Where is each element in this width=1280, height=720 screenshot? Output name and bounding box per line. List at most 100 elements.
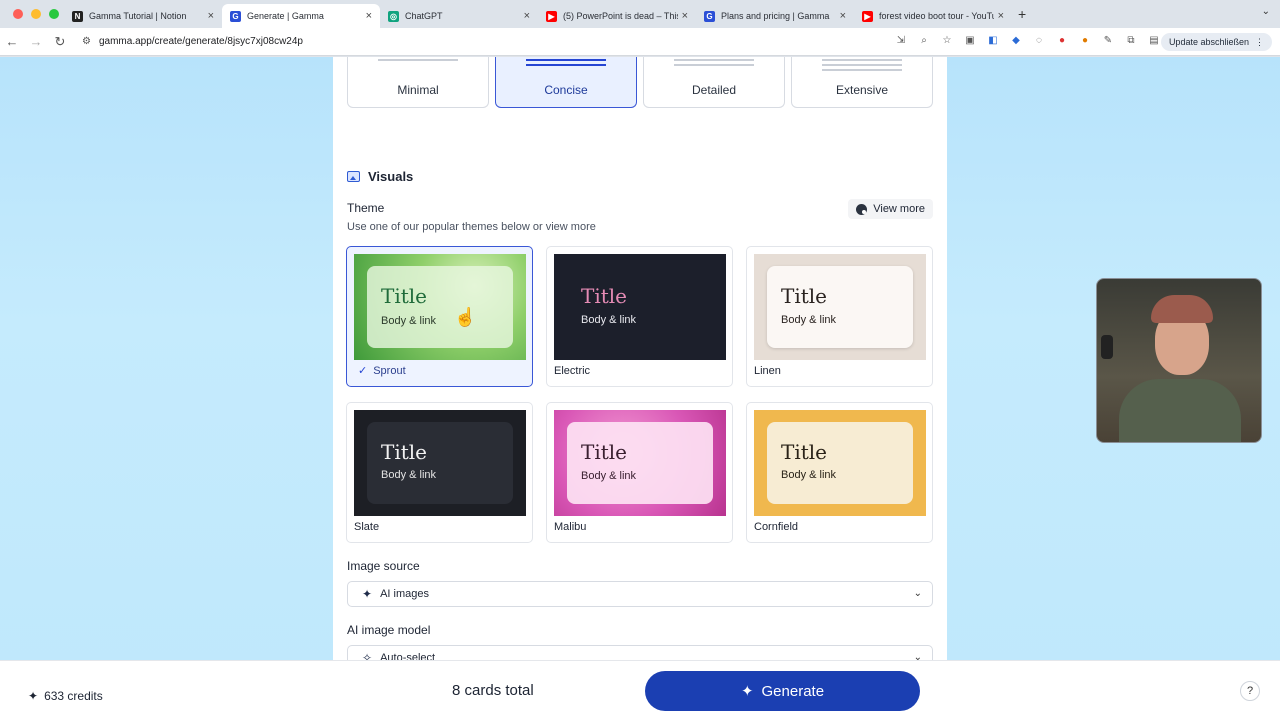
density-option-label: Detailed [691, 83, 737, 97]
view-more-label: View more [873, 203, 925, 215]
browser-tab[interactable]: ▶ (5) PowerPoint is dead – This × [538, 4, 696, 28]
browser-tab-bar: N Gamma Tutorial | Notion × G Generate |… [0, 0, 1280, 28]
chevron-down-icon: ⌄ [913, 588, 922, 599]
theme-preview-body: Body & link [381, 315, 437, 327]
reload-icon[interactable]: ↻ [48, 34, 72, 50]
microphone-icon [1101, 335, 1113, 359]
forward-icon[interactable]: → [24, 34, 48, 49]
notion-icon: N [72, 10, 83, 22]
cards-total: 8 cards total [452, 682, 534, 699]
sparkle-icon: ✦ [740, 683, 754, 700]
generate-settings-panel: Minimal Concise Detailed Extensive Visua… [333, 57, 947, 720]
url-field[interactable]: ⚙ gamma.app/create/generate/8jsyc7xj08cw… [82, 36, 303, 47]
screen-capture-icon[interactable]: ▣ [963, 34, 977, 48]
update-button[interactable]: Update abschließen ⋮ [1160, 33, 1272, 51]
theme-preview: Title Body & link [554, 254, 726, 360]
theme-preview-title: Title [781, 440, 828, 464]
theme-preview-body: Body & link [581, 470, 637, 482]
image-icon [347, 171, 360, 182]
adblock-icon[interactable]: ● [1055, 34, 1069, 48]
theme-preview: Title Body & link [354, 410, 526, 516]
close-tab-icon[interactable]: × [366, 10, 372, 22]
theme-card-slate[interactable]: Title Body & link Slate [346, 402, 533, 543]
chatgpt-icon: ◎ [388, 10, 399, 22]
theme-card-electric[interactable]: Title Body & link Electric [546, 246, 733, 387]
install-app-icon[interactable]: ⇲ [894, 34, 908, 48]
theme-hint: Use one of our popular themes below or v… [347, 221, 596, 233]
update-label: Update abschließen [1168, 37, 1249, 47]
density-option-label: Concise [544, 83, 588, 97]
theme-card-sprout[interactable]: Title Body & link ✓ Sprout [346, 246, 533, 387]
tab-list-chevron-icon[interactable]: ⌄ [1262, 6, 1270, 17]
tag-extension-icon[interactable]: ◆ [1009, 34, 1023, 48]
close-tab-icon[interactable]: × [524, 10, 530, 22]
density-option-label: Minimal [397, 83, 439, 97]
browser-tab[interactable]: G Plans and pricing | Gamma × [696, 4, 854, 28]
theme-preview: Title Body & link [554, 410, 726, 516]
theme-preview-title: Title [581, 284, 628, 308]
back-icon[interactable]: ← [0, 34, 24, 49]
tab-title: Plans and pricing | Gamma [721, 11, 830, 21]
density-option-label: Extensive [835, 83, 889, 97]
puzzle-extensions-icon[interactable]: ⧉ [1124, 34, 1138, 48]
help-button[interactable]: ? [1240, 681, 1260, 701]
extension-icon[interactable]: ◌ [1032, 34, 1046, 48]
browser-tab[interactable]: ▶ forest video boot tour - YouTu × [854, 4, 1012, 28]
sparkle-icon: ✦ [362, 587, 373, 601]
generate-label: Generate [761, 682, 825, 700]
webcam-overlay [1096, 278, 1262, 443]
site-info-icon[interactable]: ⚙ [82, 36, 91, 47]
close-tab-icon[interactable]: × [208, 10, 214, 22]
tab-title: ChatGPT [405, 11, 443, 21]
pen-extension-icon[interactable]: ✎ [1101, 34, 1115, 48]
density-option-extensive[interactable]: Extensive [791, 57, 933, 108]
minimize-window-button[interactable] [31, 9, 41, 19]
theme-preview: Title Body & link [754, 410, 926, 516]
browser-tab-active[interactable]: G Generate | Gamma × [222, 4, 380, 28]
close-tab-icon[interactable]: × [840, 10, 846, 22]
generate-button[interactable]: ✦ Generate [645, 671, 920, 711]
browser-tab[interactable]: ◎ ChatGPT × [380, 4, 538, 28]
image-source-select[interactable]: ✦ AI images ⌄ [347, 581, 933, 607]
close-tab-icon[interactable]: × [682, 10, 688, 22]
theme-preview: Title Body & link [754, 254, 926, 360]
browser-tab[interactable]: N Gamma Tutorial | Notion × [64, 4, 222, 28]
bookmark-star-icon[interactable]: ☆ [940, 34, 954, 48]
tab-title: forest video boot tour - YouTu [879, 11, 994, 21]
image-source-label: Image source [347, 559, 420, 573]
palette-icon [856, 203, 868, 215]
honey-extension-icon[interactable]: ● [1078, 34, 1092, 48]
extension-icons: ⇲ ⌕ ☆ ▣ ◧ ◆ ◌ ● ● ✎ ⧉ ▤ [894, 34, 1184, 48]
check-icon: ✓ [358, 365, 368, 377]
close-tab-icon[interactable]: × [998, 10, 1004, 22]
kebab-menu-icon[interactable]: ⋮ [1255, 37, 1264, 48]
theme-card-linen[interactable]: Title Body & link Linen [746, 246, 933, 387]
close-window-button[interactable] [13, 9, 23, 19]
density-option-minimal[interactable]: Minimal [347, 57, 489, 108]
credits-display[interactable]: ✦ 633 credits [28, 689, 103, 703]
new-tab-icon[interactable]: + [1018, 6, 1026, 22]
zoom-icon[interactable]: ⌕ [917, 34, 931, 48]
bottom-bar: ✦ 633 credits 8 cards total ✦ Generate ? [0, 660, 1280, 720]
maximize-window-button[interactable] [49, 9, 59, 19]
image-model-label: AI image model [347, 623, 431, 637]
density-option-concise[interactable]: Concise [495, 57, 637, 108]
view-more-button[interactable]: View more [848, 199, 933, 219]
translate-icon[interactable]: ◧ [986, 34, 1000, 48]
theme-preview-body: Body & link [781, 469, 837, 481]
youtube-icon: ▶ [546, 10, 557, 22]
sparkle-icon: ✦ [28, 689, 39, 703]
theme-preview-title: Title [381, 440, 428, 464]
sidebar-icon[interactable]: ▤ [1147, 34, 1161, 48]
theme-preview-body: Body & link [381, 469, 437, 481]
density-option-detailed[interactable]: Detailed [643, 57, 785, 108]
theme-card-malibu[interactable]: Title Body & link Malibu [546, 402, 733, 543]
page-background: Minimal Concise Detailed Extensive Visua… [0, 57, 1280, 720]
theme-preview-title: Title [781, 284, 828, 308]
theme-preview-body: Body & link [581, 314, 637, 326]
theme-preview: Title Body & link [354, 254, 526, 360]
tab-title: Gamma Tutorial | Notion [89, 11, 187, 21]
tab-title: (5) PowerPoint is dead – This [563, 11, 678, 21]
window-controls [0, 9, 64, 19]
theme-card-cornfield[interactable]: Title Body & link Cornfield [746, 402, 933, 543]
